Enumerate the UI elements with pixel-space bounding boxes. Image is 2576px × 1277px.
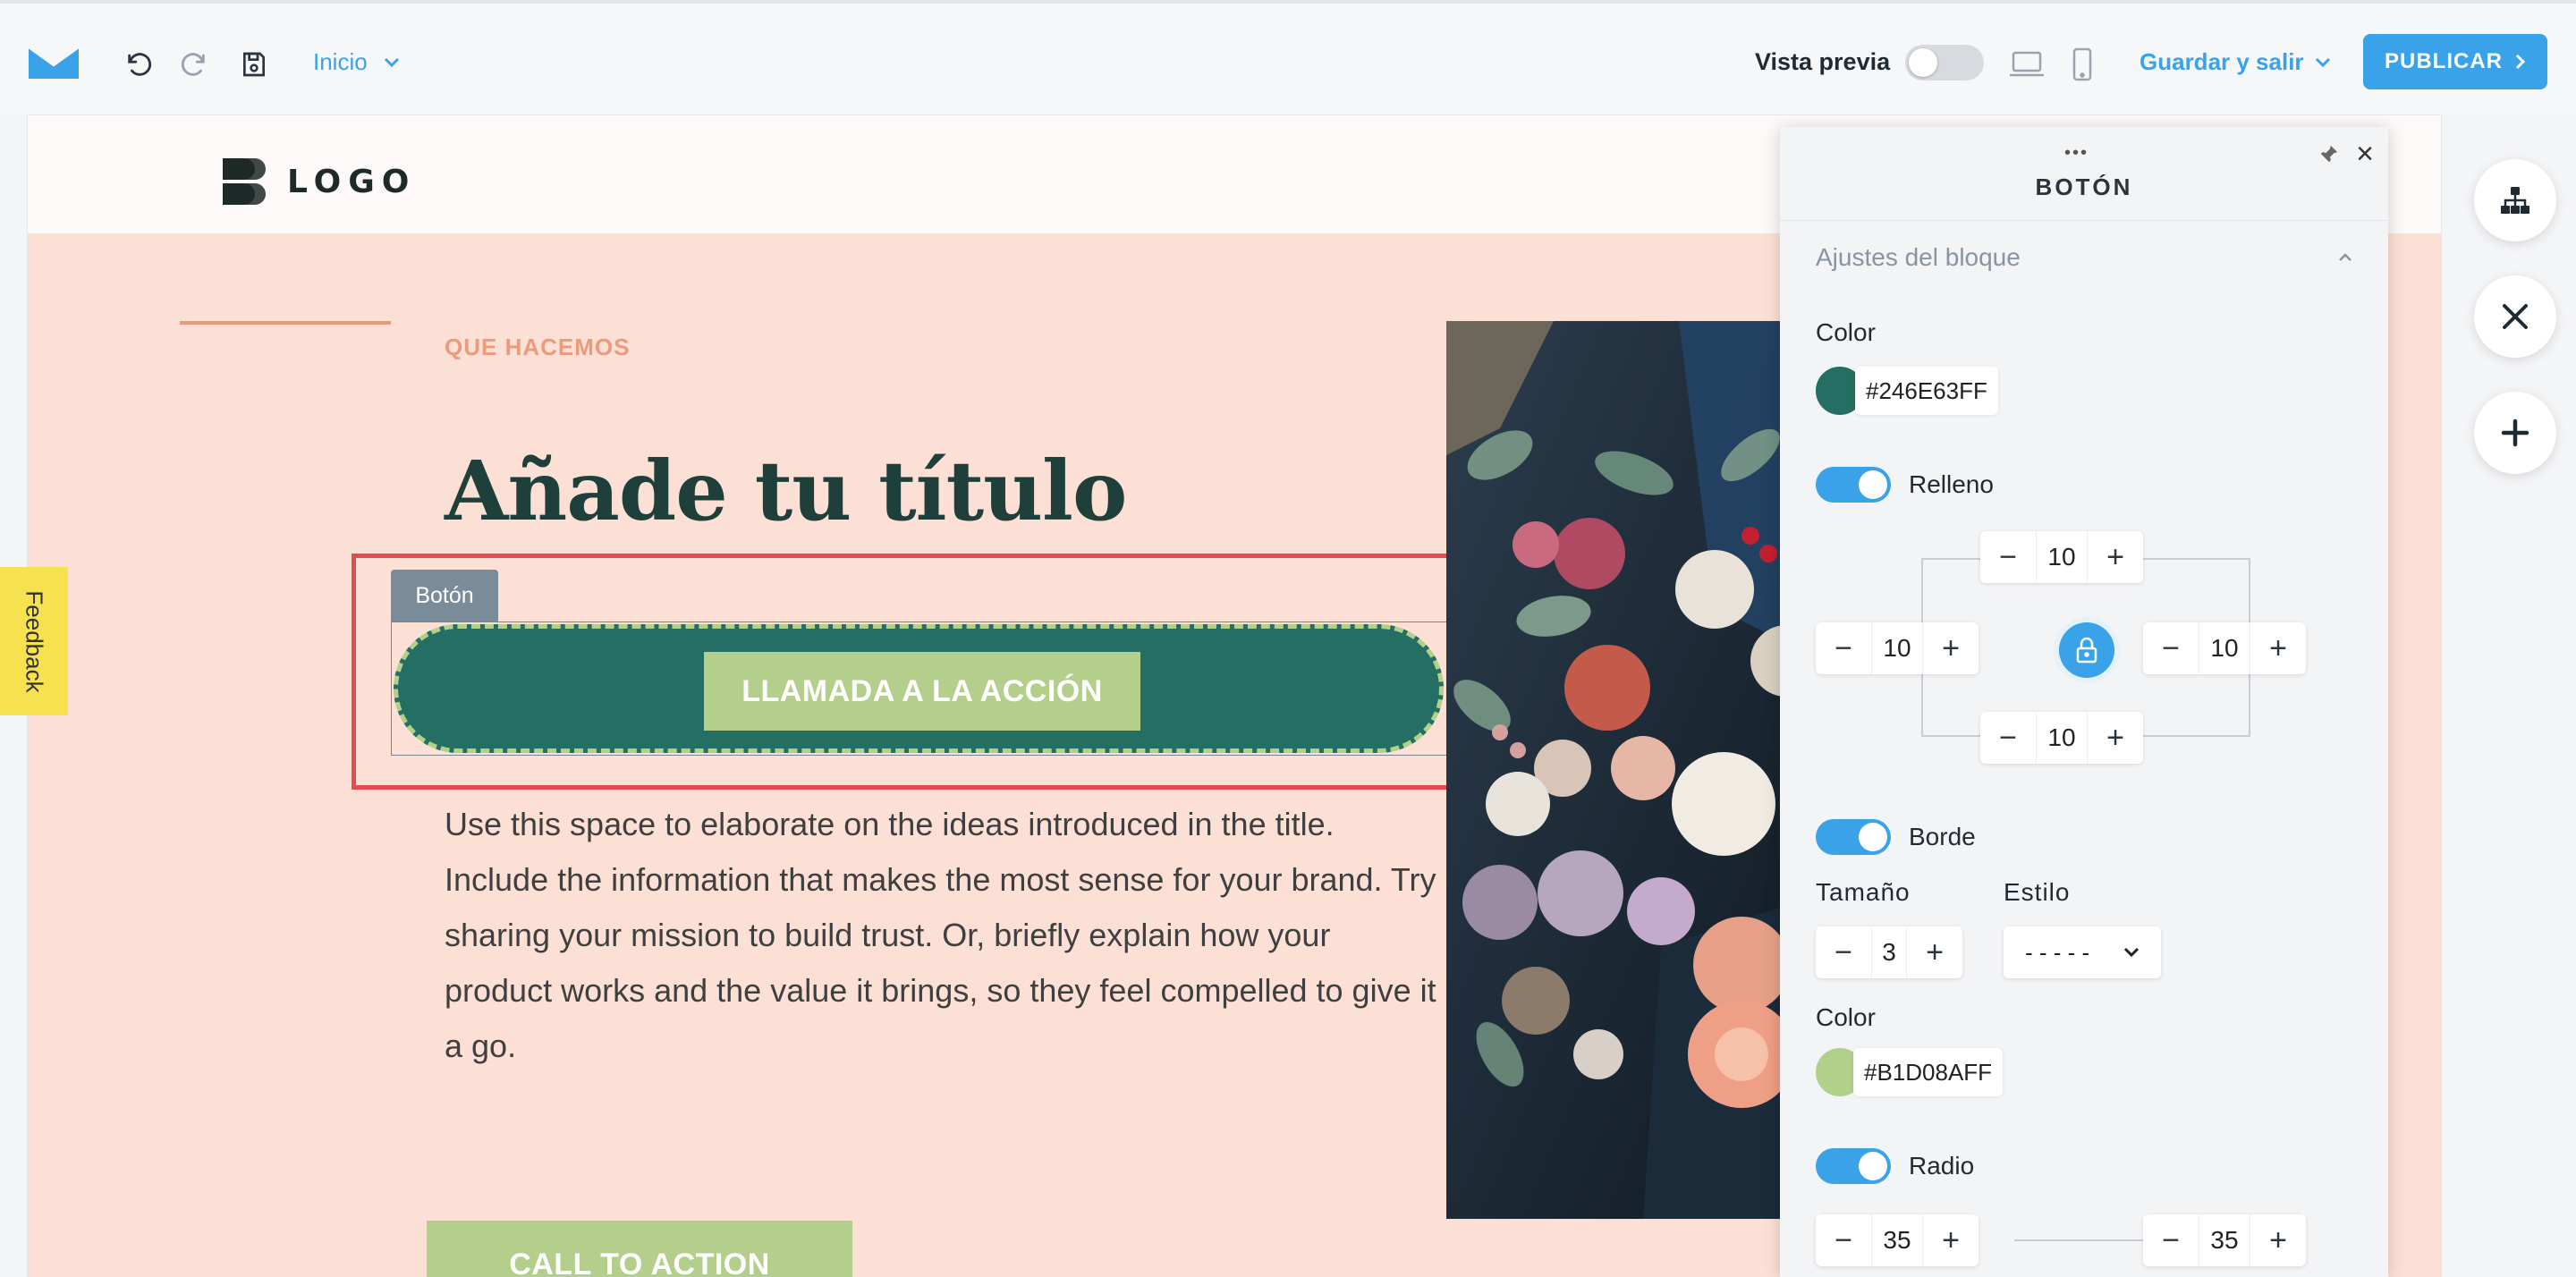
logo-text: LOGO	[287, 163, 417, 200]
border-color-label: Color	[1816, 1003, 1876, 1031]
mobile-icon[interactable]	[2063, 45, 2102, 84]
feedback-label: Feedback	[21, 589, 48, 693]
radius-toggle[interactable]	[1816, 1148, 1891, 1184]
increment-button[interactable]: +	[2088, 531, 2143, 583]
style-label: Estilo	[2004, 878, 2071, 906]
panel-title: BOTÓN	[2035, 173, 2133, 200]
radius-right-value[interactable]: 35	[2199, 1214, 2250, 1266]
publish-button[interactable]: PUBLICAR	[2363, 34, 2547, 89]
redo-icon[interactable]	[174, 45, 213, 84]
increment-button[interactable]: +	[2088, 712, 2143, 764]
border-size-stepper[interactable]: − 3 +	[1816, 926, 1962, 978]
chevron-down-icon	[384, 57, 399, 67]
padding-left-value[interactable]: 10	[1871, 622, 1923, 674]
radius-left-value[interactable]: 35	[1871, 1214, 1923, 1266]
border-style-select[interactable]: - - - - -	[2004, 926, 2161, 978]
page-selector-label: Inicio	[313, 48, 368, 75]
padding-top-stepper[interactable]: − 10 +	[1980, 531, 2143, 583]
close-icon[interactable]: ×	[2347, 136, 2383, 172]
page-selector[interactable]: Inicio	[313, 48, 400, 76]
padding-right-value[interactable]: 10	[2199, 622, 2250, 674]
padding-right-stepper[interactable]: − 10 +	[2143, 622, 2306, 674]
chevron-up-icon	[2339, 253, 2351, 261]
button-container[interactable]: LLAMADA A LA ACCIÓN	[394, 624, 1444, 753]
lock-icon[interactable]	[2059, 622, 2114, 678]
hero-title[interactable]: Añade tu título	[445, 443, 1127, 539]
decrement-button[interactable]: −	[1980, 712, 2036, 764]
app-logo-icon[interactable]	[27, 45, 80, 80]
bouquet-photo[interactable]	[1446, 321, 1822, 1219]
decrement-button[interactable]: −	[1816, 1214, 1871, 1266]
sitemap-icon[interactable]	[2474, 159, 2556, 241]
decrement-button[interactable]: −	[1980, 531, 2036, 583]
chevron-down-icon	[2123, 947, 2140, 958]
publish-label: PUBLICAR	[2385, 49, 2503, 73]
increment-button[interactable]: +	[1923, 1214, 1979, 1266]
editor-toolbar: Inicio Vista previa Guardar y salir PUBL…	[0, 0, 2576, 114]
save-icon[interactable]	[234, 45, 274, 84]
decrement-button[interactable]: −	[2143, 622, 2199, 674]
padding-bottom-stepper[interactable]: − 10 +	[1980, 712, 2143, 764]
pin-icon[interactable]	[2313, 138, 2345, 170]
size-label: Tamaño	[1816, 878, 1911, 906]
border-color-value[interactable]: #B1D08AFF	[1853, 1048, 2004, 1096]
save-exit-dropdown[interactable]: Guardar y salir	[2140, 48, 2331, 76]
undo-icon[interactable]	[120, 45, 159, 84]
padding-toggle[interactable]	[1816, 467, 1891, 503]
padding-top-value[interactable]: 10	[2036, 531, 2088, 583]
padding-label: Relleno	[1909, 470, 1994, 498]
selected-block-tag: Botón	[391, 570, 498, 622]
desktop-icon[interactable]	[2007, 45, 2046, 84]
preview-toggle[interactable]	[1905, 45, 1984, 80]
button-settings-panel: ••• × BOTÓN Ajustes del bloque Color #24…	[1780, 127, 2388, 1277]
logo-mark-icon	[223, 158, 266, 205]
radius-left-stepper[interactable]: − 35 +	[1816, 1214, 1979, 1266]
decorative-line	[180, 321, 391, 325]
feedback-tab[interactable]: Feedback	[0, 567, 68, 715]
border-label: Borde	[1909, 823, 1976, 850]
preview-label: Vista previa	[1755, 48, 1891, 75]
hero-body-text[interactable]: Use this space to elaborate on the ideas…	[445, 797, 1446, 1074]
border-toggle[interactable]	[1816, 819, 1891, 855]
plus-icon[interactable]	[2474, 392, 2556, 474]
fill-color-value[interactable]: #246E63FF	[1855, 367, 1998, 415]
padding-left-stepper[interactable]: − 10 +	[1816, 622, 1979, 674]
decrement-button[interactable]: −	[2143, 1214, 2199, 1266]
padding-bottom-value[interactable]: 10	[2036, 712, 2088, 764]
increment-button[interactable]: +	[2250, 622, 2306, 674]
increment-button[interactable]: +	[2250, 1214, 2306, 1266]
increment-button[interactable]: +	[1907, 926, 1962, 978]
border-size-value[interactable]: 3	[1871, 926, 1907, 978]
block-settings-label: Ajustes del bloque	[1816, 243, 2021, 271]
drag-handle-icon[interactable]: •••	[2064, 143, 2089, 164]
chevron-down-icon	[2315, 57, 2330, 67]
radius-link-line	[2014, 1239, 2145, 1241]
chevron-right-icon	[2515, 54, 2526, 70]
section-eyebrow[interactable]: QUE HACEMOS	[445, 334, 630, 361]
close-x-icon[interactable]	[2474, 275, 2556, 358]
increment-button[interactable]: +	[1923, 622, 1979, 674]
cta-button[interactable]: LLAMADA A LA ACCIÓN	[704, 652, 1140, 731]
cta-button-secondary[interactable]: CALL TO ACTION	[427, 1221, 852, 1277]
radius-right-stepper[interactable]: − 35 +	[2143, 1214, 2306, 1266]
radius-label: Radio	[1909, 1152, 1975, 1180]
block-settings-header[interactable]: Ajustes del bloque	[1816, 243, 2352, 272]
decrement-button[interactable]: −	[1816, 622, 1871, 674]
save-exit-label: Guardar y salir	[2140, 48, 2304, 75]
button-block[interactable]: LLAMADA A LA ACCIÓN	[391, 622, 1448, 756]
panel-divider	[1780, 220, 2388, 221]
site-logo[interactable]: LOGO	[223, 158, 416, 205]
border-style-value: - - - - -	[2025, 938, 2090, 966]
color-label: Color	[1816, 318, 1876, 346]
decrement-button[interactable]: −	[1816, 926, 1871, 978]
